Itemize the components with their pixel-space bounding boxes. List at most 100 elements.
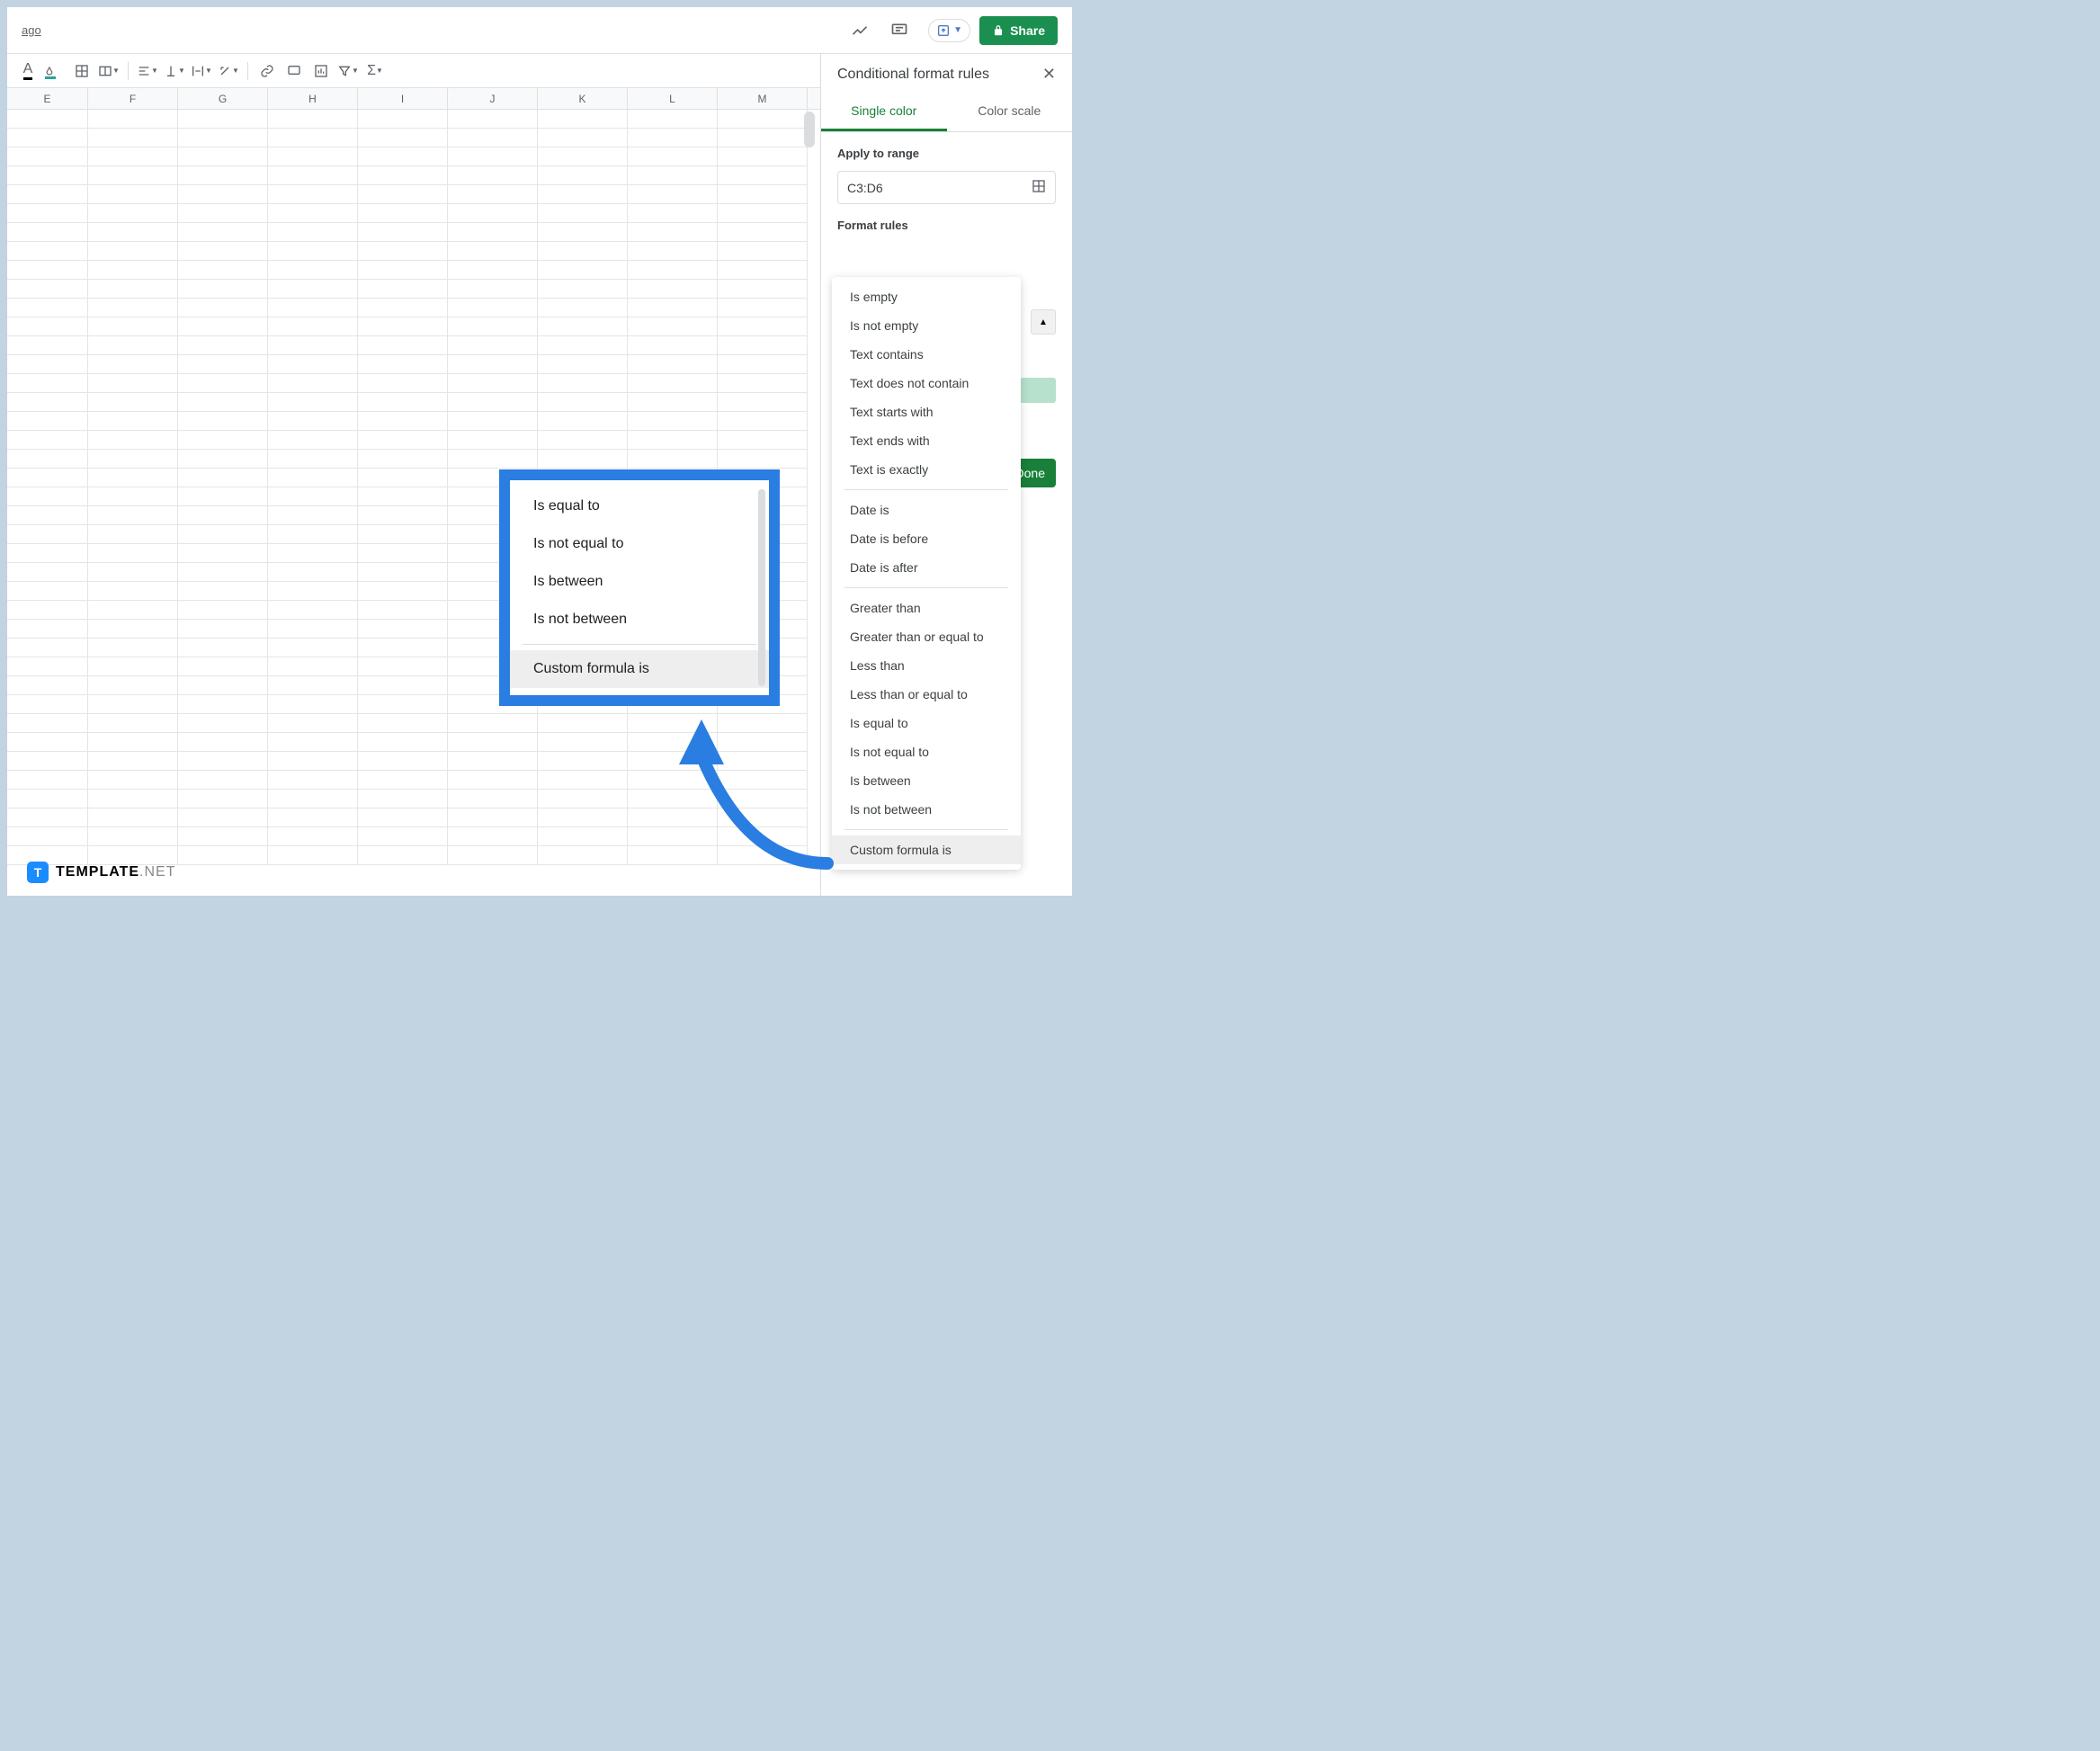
cell[interactable] [7, 110, 88, 129]
cell[interactable] [718, 431, 808, 450]
cell[interactable] [358, 469, 448, 487]
cell[interactable] [628, 374, 718, 393]
cell[interactable] [7, 695, 88, 714]
cell[interactable] [718, 223, 808, 242]
cell[interactable] [268, 469, 358, 487]
rule-option[interactable]: Is equal to [832, 709, 1021, 737]
cell[interactable] [178, 355, 268, 374]
cell[interactable] [88, 601, 178, 620]
tab-single-color[interactable]: Single color [821, 93, 947, 131]
cell[interactable] [448, 846, 538, 865]
cell[interactable] [538, 261, 628, 280]
cell[interactable] [7, 412, 88, 431]
functions-icon[interactable]: Σ▼ [363, 59, 387, 83]
cell[interactable] [268, 280, 358, 299]
cell[interactable] [538, 336, 628, 355]
col-header[interactable]: M [718, 88, 808, 109]
format-rule-dropdown[interactable]: Is empty Is not empty Text contains Text… [832, 277, 1021, 870]
text-wrap-icon[interactable]: ▼ [190, 59, 213, 83]
cell[interactable] [268, 808, 358, 827]
chart-icon[interactable] [309, 59, 333, 83]
cell[interactable] [268, 374, 358, 393]
cell[interactable] [88, 166, 178, 185]
cell[interactable] [718, 185, 808, 204]
cell[interactable] [448, 393, 538, 412]
cell[interactable] [718, 317, 808, 336]
cell[interactable] [538, 166, 628, 185]
cell[interactable] [88, 525, 178, 544]
col-header[interactable]: I [358, 88, 448, 109]
cell[interactable] [7, 374, 88, 393]
link-icon[interactable] [255, 59, 279, 83]
cell[interactable] [268, 525, 358, 544]
cell[interactable] [538, 223, 628, 242]
cell[interactable] [268, 827, 358, 846]
cell[interactable] [358, 129, 448, 147]
cell[interactable] [178, 827, 268, 846]
cell[interactable] [178, 299, 268, 317]
cell[interactable] [268, 695, 358, 714]
merge-cells-icon[interactable]: ▼ [97, 59, 121, 83]
cell[interactable] [628, 393, 718, 412]
cell[interactable] [268, 771, 358, 790]
cell[interactable] [178, 846, 268, 865]
cell[interactable] [628, 129, 718, 147]
cell[interactable] [268, 563, 358, 582]
cell[interactable] [88, 506, 178, 525]
rule-option[interactable]: Date is after [832, 553, 1021, 582]
cell[interactable] [88, 242, 178, 261]
cell[interactable] [628, 242, 718, 261]
cell[interactable] [358, 487, 448, 506]
cell[interactable] [358, 450, 448, 469]
cell[interactable] [538, 393, 628, 412]
cell[interactable] [178, 639, 268, 657]
text-rotate-icon[interactable]: ▼ [217, 59, 240, 83]
cell[interactable] [88, 752, 178, 771]
cell[interactable] [7, 204, 88, 223]
cell[interactable] [268, 412, 358, 431]
cell[interactable] [718, 280, 808, 299]
cell[interactable] [358, 336, 448, 355]
cell[interactable] [448, 129, 538, 147]
cell[interactable] [178, 771, 268, 790]
cell[interactable] [268, 582, 358, 601]
cell[interactable] [178, 808, 268, 827]
cell[interactable] [628, 223, 718, 242]
cell[interactable] [7, 469, 88, 487]
cell[interactable] [628, 261, 718, 280]
cell[interactable] [7, 355, 88, 374]
cell[interactable] [268, 129, 358, 147]
cell[interactable] [88, 204, 178, 223]
cell[interactable] [628, 147, 718, 166]
cell[interactable] [358, 790, 448, 808]
cell[interactable] [538, 242, 628, 261]
cell[interactable] [358, 846, 448, 865]
cell[interactable] [7, 223, 88, 242]
cell[interactable] [358, 752, 448, 771]
cell[interactable] [88, 620, 178, 639]
cell[interactable] [448, 355, 538, 374]
cell[interactable] [718, 412, 808, 431]
rule-option[interactable]: Text contains [832, 340, 1021, 369]
cell[interactable] [358, 393, 448, 412]
rule-option[interactable]: Text starts with [832, 398, 1021, 426]
cell[interactable] [178, 166, 268, 185]
cell[interactable] [628, 355, 718, 374]
cell[interactable] [88, 676, 178, 695]
cell[interactable] [448, 374, 538, 393]
cell[interactable] [88, 733, 178, 752]
cell[interactable] [718, 129, 808, 147]
callout-item[interactable]: Is equal to [510, 487, 769, 525]
cell[interactable] [628, 317, 718, 336]
cell[interactable] [178, 752, 268, 771]
cell[interactable] [448, 317, 538, 336]
dropdown-caret-icon[interactable]: ▲ [1031, 309, 1056, 335]
cell[interactable] [7, 336, 88, 355]
cell[interactable] [88, 657, 178, 676]
cell[interactable] [178, 317, 268, 336]
cell[interactable] [178, 695, 268, 714]
cell[interactable] [718, 166, 808, 185]
cell[interactable] [538, 808, 628, 827]
cell[interactable] [448, 412, 538, 431]
cell[interactable] [268, 733, 358, 752]
